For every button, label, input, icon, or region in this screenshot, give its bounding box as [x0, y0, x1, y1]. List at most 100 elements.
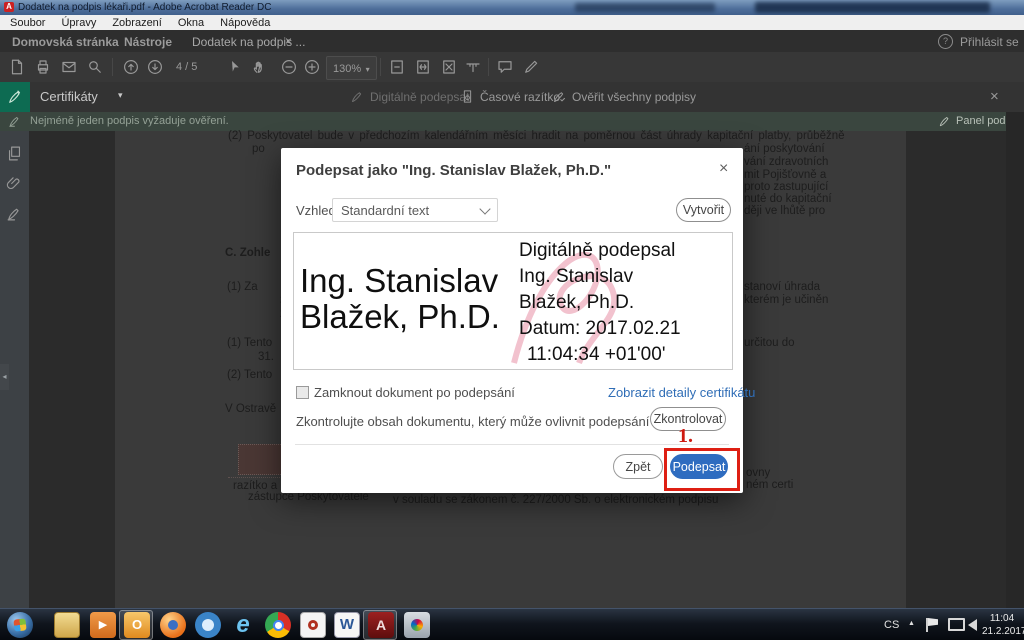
page-thumbnails-icon[interactable]	[6, 145, 23, 162]
signature-detail-line: Blažek, Ph.D.	[519, 290, 634, 316]
window-titlebar[interactable]: A Dodatek na podpis lékaři.pdf - Adobe A…	[0, 0, 1024, 15]
notice-message: Nejméně jeden podpis vyžaduje ověření.	[30, 115, 229, 127]
signature-preview: Ing. Stanislav Blažek, Ph.D. Digitálně p…	[293, 232, 733, 370]
menu-zobrazeni[interactable]: Zobrazení	[112, 17, 162, 29]
taskbar-clock[interactable]: 11:04 21.2.2017	[982, 612, 1022, 638]
comment-icon[interactable]	[496, 58, 514, 76]
certificate-details-link[interactable]: Zobrazit detaily certifikátu	[608, 385, 755, 400]
document-text: ném certi	[746, 479, 793, 491]
close-toolbar-icon[interactable]: ×	[990, 88, 999, 105]
signature-notice-icon	[8, 114, 22, 128]
compass-app-icon[interactable]	[195, 612, 221, 638]
next-page-icon[interactable]	[146, 58, 164, 76]
document-text: C. Zohle	[225, 247, 270, 259]
tray-expand-icon[interactable]: ▲	[908, 620, 915, 627]
blurred-text	[755, 2, 990, 13]
internet-explorer-icon[interactable]: e	[230, 612, 256, 638]
appearance-label: Vzhled	[296, 203, 336, 218]
timestamp-label: Časové razítko	[480, 90, 560, 104]
certificates-toolbar: Certifikáty ▾ Digitálně podepsat Časové …	[0, 82, 1024, 112]
read-mode-icon[interactable]	[464, 58, 482, 76]
tab-tools[interactable]: Nástroje	[124, 35, 172, 49]
appearance-dropdown[interactable]: Standardní text	[332, 198, 498, 222]
document-text: vání zdravotních	[744, 156, 828, 168]
page-indicator[interactable]: 4 / 5	[176, 61, 197, 73]
explorer-icon[interactable]	[54, 612, 80, 638]
select-cursor-icon[interactable]	[226, 58, 244, 76]
volume-icon[interactable]	[968, 619, 977, 631]
step-highlight-rectangle	[664, 448, 740, 491]
sign-in-link[interactable]: Přihlásit se	[960, 35, 1019, 49]
graphics-viewer-icon[interactable]	[404, 612, 430, 638]
pencil-icon[interactable]	[522, 58, 540, 76]
language-indicator[interactable]: CS	[884, 619, 899, 631]
fit-page-icon[interactable]	[388, 58, 406, 76]
clock-date: 21.2.2017	[982, 625, 1022, 638]
windows-taskbar: ▶ O e W A CS ▲ 11:04 21.2.2017	[0, 608, 1024, 640]
save-file-icon[interactable]	[8, 58, 26, 76]
menu-napoveda[interactable]: Nápověda	[220, 17, 270, 29]
menu-upravy[interactable]: Úpravy	[61, 17, 96, 29]
certificates-label[interactable]: Certifikáty	[40, 89, 98, 104]
document-text: (1) Za	[227, 281, 258, 293]
zoom-out-icon[interactable]	[280, 58, 298, 76]
previous-page-icon[interactable]	[122, 58, 140, 76]
blurred-text	[575, 3, 715, 12]
attachments-paperclip-icon[interactable]	[6, 175, 23, 192]
dialog-title: Podepsat jako "Ing. Stanislav Blažek, Ph…	[296, 162, 611, 179]
zoom-level-dropdown[interactable]: 130% ▾	[326, 56, 377, 80]
menu-okna[interactable]: Okna	[178, 17, 204, 29]
acrobat-taskbar-button[interactable]: A	[363, 610, 397, 640]
signature-name-line2: Blažek, Ph.D.	[300, 299, 500, 334]
document-text: určitou do	[744, 337, 795, 349]
document-text: mit Pojišťovně a	[744, 169, 826, 181]
document-text: v souladu se zákonem č. 227/2000 Sb. o e…	[393, 494, 718, 506]
certificates-caret-icon[interactable]: ▾	[118, 90, 123, 101]
start-button[interactable]	[7, 612, 33, 638]
window-title: Dodatek na podpis lékaři.pdf - Adobe Acr…	[18, 2, 272, 13]
signature-dotted-line	[228, 477, 284, 478]
signature-notice-bar: Nejméně jeden podpis vyžaduje ověření. P…	[0, 112, 1024, 131]
fit-visible-icon[interactable]	[440, 58, 458, 76]
menu-bar: Soubor Úpravy Zobrazení Okna Nápověda	[0, 15, 1024, 30]
tab-home[interactable]: Domovská stránka	[12, 35, 119, 49]
lock-document-checkbox[interactable]	[296, 386, 309, 399]
tab-close-icon[interactable]: ×	[285, 34, 292, 48]
document-text: nuté do kapitační	[744, 193, 832, 205]
sidebar-collapse-handle[interactable]: ◂	[0, 364, 9, 390]
chrome-icon[interactable]	[265, 612, 291, 638]
hand-tool-icon[interactable]	[250, 58, 268, 76]
create-button[interactable]: Vytvořit	[676, 198, 731, 222]
email-icon[interactable]	[60, 58, 78, 76]
timestamp-button[interactable]: Časové razítko	[460, 89, 560, 104]
signatures-panel-icon[interactable]	[6, 205, 23, 222]
document-text: ání poskytování	[744, 143, 825, 155]
sign-pen-icon	[350, 89, 365, 104]
outlook-taskbar-button[interactable]: O	[119, 610, 153, 640]
firefox-icon[interactable]	[160, 612, 186, 638]
outlook-icon: O	[124, 612, 150, 638]
document-text: V Ostravě	[225, 403, 276, 415]
document-text: (2) Poskytovatel bude v předchozím kalen…	[228, 130, 906, 142]
search-icon[interactable]	[86, 58, 104, 76]
validate-all-signatures-button[interactable]: Ověřit všechny podpisy	[552, 89, 696, 104]
timestamp-icon	[460, 89, 475, 104]
quicktime-icon[interactable]	[300, 612, 326, 638]
vertical-scrollbar[interactable]	[1006, 112, 1024, 608]
toolbar-separator	[488, 58, 489, 76]
menu-soubor[interactable]: Soubor	[10, 17, 45, 29]
word-icon[interactable]: W	[334, 612, 360, 638]
digitally-sign-button[interactable]: Digitálně podepsat	[350, 89, 469, 104]
dialog-divider	[295, 444, 729, 445]
signature-detail-line: 11:04:34 +01'00'	[527, 342, 665, 368]
fit-width-icon[interactable]	[414, 58, 432, 76]
print-icon[interactable]	[34, 58, 52, 76]
network-icon[interactable]	[948, 618, 965, 631]
dialog-close-icon[interactable]: ×	[719, 160, 728, 178]
zoom-in-icon[interactable]	[303, 58, 321, 76]
media-player-icon[interactable]: ▶	[90, 612, 116, 638]
validate-all-label: Ověřit všechny podpisy	[572, 90, 696, 104]
action-center-flag-icon[interactable]	[928, 618, 938, 626]
back-button[interactable]: Zpět	[613, 454, 663, 479]
help-icon[interactable]: ?	[938, 34, 953, 49]
